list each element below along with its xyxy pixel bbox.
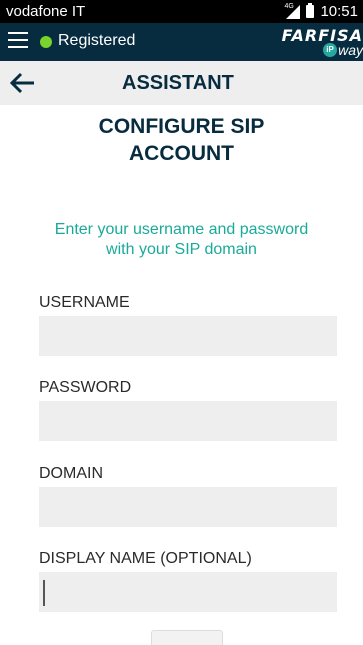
menu-icon[interactable] bbox=[8, 32, 28, 50]
app-bar: Registered FARFISA iP way bbox=[0, 23, 363, 61]
username-field[interactable] bbox=[39, 316, 337, 356]
display-name-label: DISPLAY NAME (OPTIONAL) bbox=[39, 550, 252, 567]
password-label: PASSWORD bbox=[39, 379, 132, 396]
brand-badge: iP bbox=[323, 43, 337, 57]
instructions-line-2: with your SIP domain bbox=[106, 241, 257, 258]
instructions-text: Enter your username and password with yo… bbox=[0, 220, 363, 260]
back-arrow-icon[interactable] bbox=[8, 71, 36, 95]
username-label: USERNAME bbox=[39, 294, 130, 311]
section-heading: CONFIGURE SIP ACCOUNT bbox=[0, 113, 363, 167]
display-name-field[interactable] bbox=[39, 572, 337, 612]
heading-line-1: CONFIGURE SIP bbox=[98, 115, 265, 138]
text-cursor bbox=[43, 580, 45, 606]
domain-field[interactable] bbox=[39, 487, 337, 527]
signal-icon: 4G bbox=[284, 3, 301, 19]
heading-line-2: ACCOUNT bbox=[129, 142, 234, 165]
status-bar: vodafone IT 4G 10:51 bbox=[0, 0, 363, 23]
battery-icon bbox=[306, 3, 315, 18]
registration-status-label: Registered bbox=[58, 32, 136, 49]
carrier-name: vodafone IT bbox=[6, 3, 86, 20]
next-button[interactable] bbox=[151, 630, 223, 645]
brand-suffix: way bbox=[338, 42, 363, 58]
page-title: ASSISTANT bbox=[122, 72, 234, 94]
brand-logo: FARFISA iP way bbox=[267, 26, 363, 60]
password-field[interactable] bbox=[39, 401, 337, 441]
title-bar: ASSISTANT bbox=[0, 61, 363, 105]
status-icons: 4G 10:51 bbox=[284, 0, 358, 23]
instructions-line-1: Enter your username and password bbox=[54, 221, 309, 238]
clock: 10:51 bbox=[320, 3, 358, 20]
screen: vodafone IT 4G 10:51 Registered FARFISA … bbox=[0, 0, 363, 645]
domain-label: DOMAIN bbox=[39, 465, 103, 482]
registration-status-icon bbox=[40, 36, 52, 48]
